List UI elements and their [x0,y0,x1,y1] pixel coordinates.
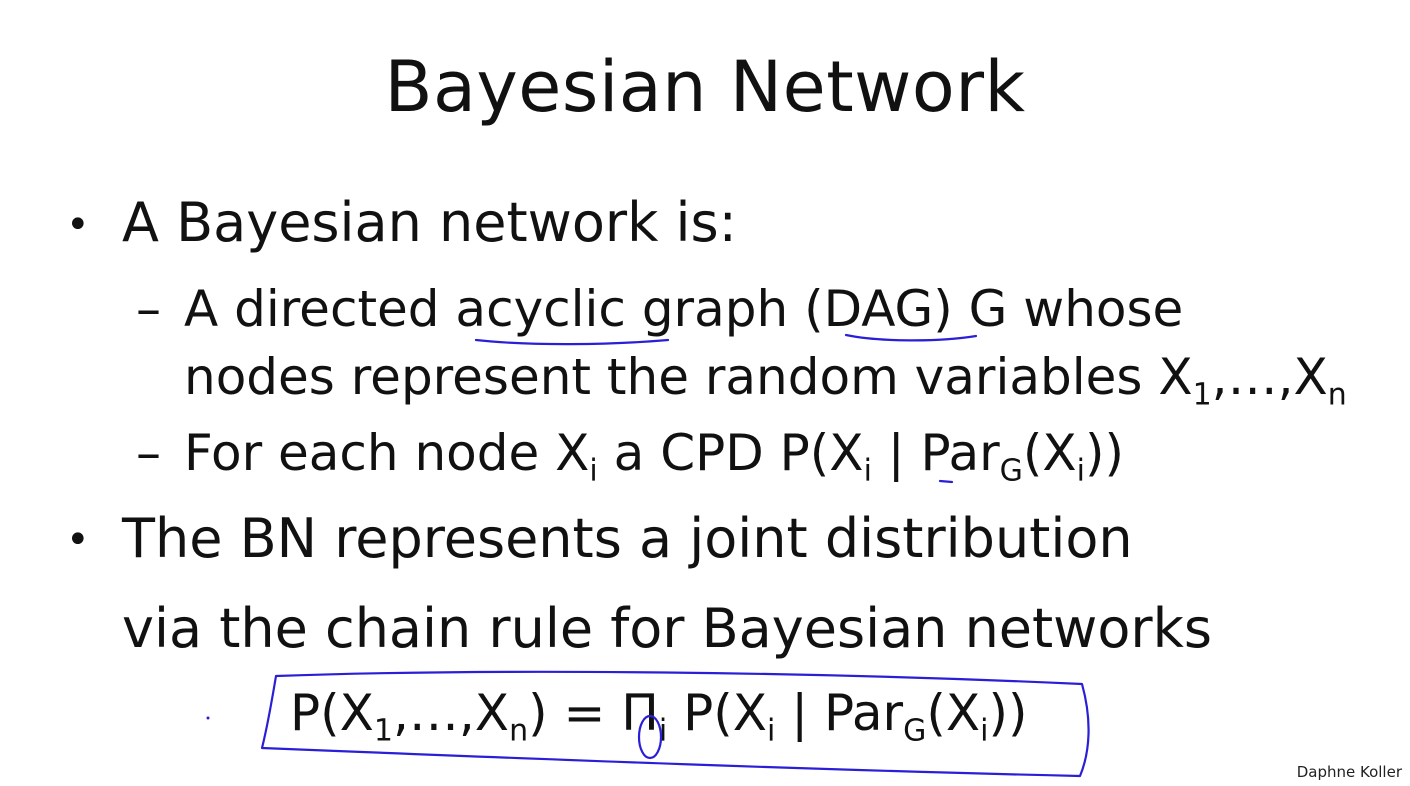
bullet-dot: • [66,517,90,563]
bullet-dot: • [66,202,90,248]
sub-item-1-line-2: nodes represent the random variables X1,… [184,348,1347,413]
bullet-2-line-2: via the chain rule for Bayesian networks [122,597,1212,660]
dash-marker: – [136,280,161,338]
bullet-1-text: A Bayesian network is: [122,191,737,254]
slide-title: Bayesian Network [384,46,1026,128]
sub-item-1-line-1: A directed acyclic graph (DAG) G whose [184,280,1184,338]
acyclic-underline [474,338,670,346]
slide: Bayesian Network • A Bayesian network is… [0,0,1410,786]
author-credit: Daphne Koller [1296,763,1402,781]
dash-marker: – [136,424,161,482]
sub-item-2: For each node Xi a CPD P(Xi | ParG(Xi)) [184,424,1125,489]
chain-rule-formula: P(X1,…,Xn) = Πi P(Xi | ParG(Xi)) [290,684,1028,749]
stray-dot [206,716,210,720]
bullet-2-line-1: The BN represents a joint distribution [122,507,1133,570]
